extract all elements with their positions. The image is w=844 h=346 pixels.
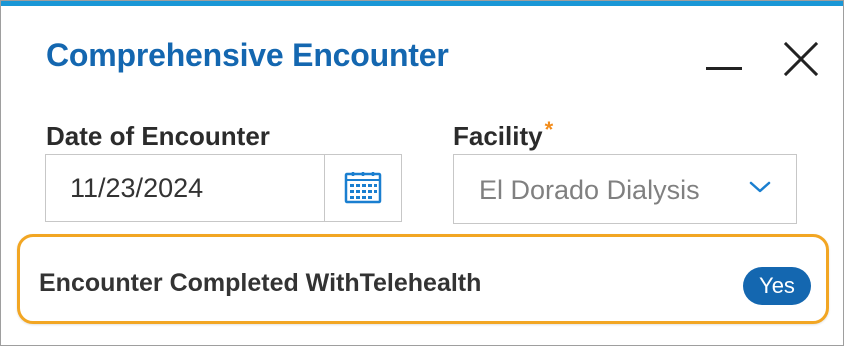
date-of-encounter-label: Date of Encounter: [46, 121, 270, 151]
facility-label-text: Facility: [453, 121, 543, 151]
minimize-button[interactable]: [701, 41, 747, 79]
telehealth-yes-toggle[interactable]: Yes: [743, 267, 811, 305]
facility-label: Facility*: [453, 117, 553, 152]
chevron-down-icon: [749, 181, 771, 193]
calendar-button[interactable]: [324, 155, 401, 221]
telehealth-row: Encounter Completed WithTelehealth Yes: [17, 234, 829, 324]
required-marker: *: [544, 117, 554, 142]
calendar-icon: [344, 172, 382, 204]
close-button[interactable]: [781, 39, 821, 79]
telehealth-label: Encounter Completed WithTelehealth: [39, 269, 482, 297]
date-of-encounter-field: [45, 154, 402, 222]
facility-selected-value: El Dorado Dialysis: [479, 175, 700, 205]
dialog-title: Comprehensive Encounter: [46, 37, 449, 73]
facility-select[interactable]: El Dorado Dialysis: [453, 154, 797, 224]
dialog-accent-bar: [1, 1, 843, 6]
close-icon: [783, 41, 819, 77]
encounter-dialog: Comprehensive Encounter Date of Encounte…: [0, 0, 844, 346]
date-of-encounter-input[interactable]: [46, 155, 324, 221]
minimize-icon: [706, 67, 742, 70]
